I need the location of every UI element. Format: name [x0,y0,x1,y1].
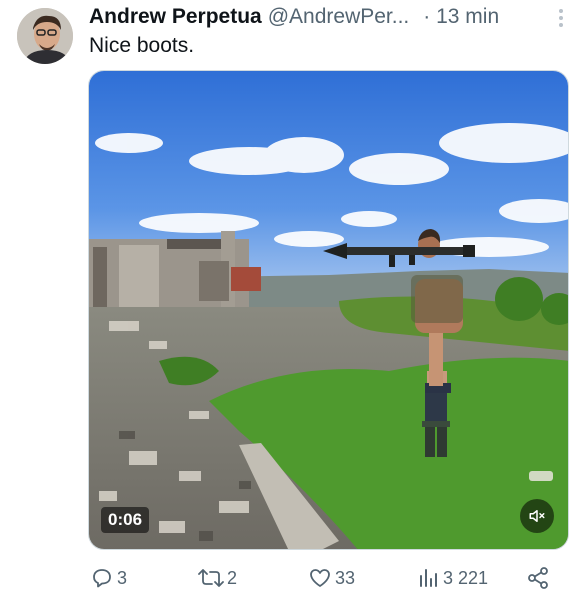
reply-button[interactable]: 3 [90,566,127,590]
avatar-image [17,8,73,64]
views-button[interactable]: 3 221 [418,566,488,590]
share-icon [528,567,548,589]
author-name[interactable]: Andrew Perpetua [89,5,262,29]
tweet-text: Nice boots. [89,34,195,57]
ruined-building [89,231,261,311]
avatar[interactable] [17,8,73,64]
heart-icon [310,569,330,587]
analytics-icon [420,569,437,587]
view-count: 3 221 [443,567,489,588]
tweet-actions: 3 2 33 3 221 [88,566,558,594]
share-button[interactable] [526,566,550,590]
tweet-time[interactable]: · 13 min [423,5,499,29]
author-handle[interactable]: @AndrewPer... [268,5,410,29]
tweet-header: Andrew Perpetua @AndrewPer... · 13 min [89,4,576,30]
mute-button[interactable] [520,499,554,533]
reply-count: 3 [117,567,128,588]
video-frame [89,71,568,549]
video-player[interactable]: 0:06 [88,70,569,550]
more-options-icon[interactable] [558,8,564,28]
repost-button[interactable]: 2 [198,566,237,590]
reply-icon [93,569,111,588]
like-button[interactable]: 33 [308,566,355,590]
video-duration: 0:06 [101,507,150,533]
repost-icon [198,569,224,587]
like-count: 33 [335,567,356,588]
repost-count: 2 [227,567,238,588]
speaker-muted-icon [529,510,545,522]
